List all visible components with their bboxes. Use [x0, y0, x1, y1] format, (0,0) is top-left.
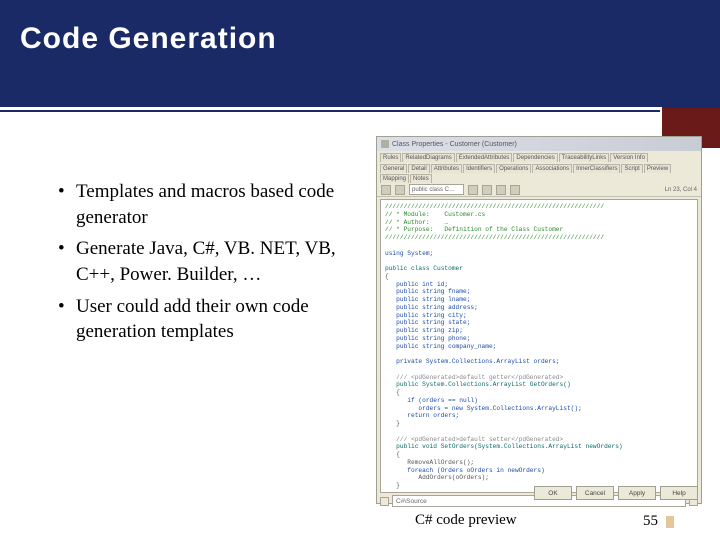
corner-decoration: [666, 516, 674, 528]
tab-row-upper: Rules RelatedDiagrams ExtendedAttributes…: [377, 151, 701, 162]
code-editor[interactable]: ////////////////////////////////////////…: [380, 199, 698, 493]
tab[interactable]: Detail: [408, 164, 429, 173]
tab[interactable]: Identifiers: [463, 164, 495, 173]
band-navy-right: [662, 0, 720, 108]
code-line: public string fname;: [385, 288, 470, 295]
tab[interactable]: Attributes: [431, 164, 462, 173]
toolbar-icon[interactable]: [468, 185, 478, 195]
bullet-item: Generate Java, C#, VB. NET, VB, C++, Pow…: [58, 236, 368, 287]
code-line: return orders;: [385, 412, 459, 419]
editor-toolbar: public class C… Ln 23, Col 4: [377, 183, 701, 197]
tab[interactable]: RelatedDiagrams: [402, 153, 454, 162]
code-line: ////////////////////////////////////////…: [385, 203, 604, 210]
code-line: public void SetOrders(System.Collections…: [385, 443, 623, 450]
toolbar-icon[interactable]: [381, 185, 391, 195]
code-line: foreach (Orders oOrders in newOrders): [385, 467, 545, 474]
code-line: public string lname;: [385, 296, 470, 303]
bullet-item: User could add their own code generation…: [58, 294, 368, 345]
tab[interactable]: Dependencies: [513, 153, 557, 162]
tab[interactable]: InnerClassifiers: [573, 164, 620, 173]
code-line: if (orders == null): [385, 397, 478, 404]
window-titlebar: Class Properties - Customer (Customer): [377, 137, 701, 151]
toolbar-icon[interactable]: [510, 185, 520, 195]
tab[interactable]: Associations: [532, 164, 572, 173]
code-line: {: [385, 389, 400, 396]
code-preview-screenshot: Class Properties - Customer (Customer) R…: [376, 136, 702, 504]
cancel-button[interactable]: Cancel: [576, 486, 614, 500]
toolbar-dropdown[interactable]: public class C…: [409, 184, 464, 195]
code-line: // * Module: Customer.cs: [385, 211, 485, 218]
code-line: public string state;: [385, 319, 470, 326]
code-line: public string address;: [385, 304, 478, 311]
code-line: AddOrders(oOrders);: [385, 474, 489, 481]
code-line: }: [385, 420, 400, 427]
code-line: RemoveAllOrders();: [385, 459, 474, 466]
tab[interactable]: Rules: [380, 153, 401, 162]
code-line: // * Purpose: Definition of the Class Cu…: [385, 226, 563, 233]
figure-caption: C# code preview: [415, 512, 517, 529]
toolbar-icon[interactable]: [496, 185, 506, 195]
title-band: Code Generation: [0, 0, 720, 130]
tab[interactable]: ExtendedAttributes: [456, 153, 513, 162]
ok-button[interactable]: OK: [534, 486, 572, 500]
code-line: /// <pdGenerated>default getter</pdGener…: [385, 374, 563, 381]
toolbar-icon[interactable]: [482, 185, 492, 195]
tab[interactable]: General: [380, 164, 407, 173]
code-line: ////////////////////////////////////////…: [385, 234, 604, 241]
cursor-position: Ln 23, Col 4: [665, 187, 697, 193]
code-line: public string city;: [385, 312, 467, 319]
code-line: /// <pdGenerated>default setter</pdGener…: [385, 436, 563, 443]
code-line: orders = new System.Collections.ArrayLis…: [385, 405, 582, 412]
page-number: 55: [643, 513, 658, 530]
code-line: public string company_name;: [385, 343, 496, 350]
tab-row-lower: General Detail Attributes Identifiers Op…: [377, 162, 701, 183]
tab[interactable]: Mapping: [380, 174, 409, 183]
tab[interactable]: Script: [621, 164, 642, 173]
bullet-list: Templates and macros based code generato…: [18, 179, 368, 351]
toolbar-icon[interactable]: [395, 185, 405, 195]
square-icon[interactable]: [380, 497, 389, 506]
tab[interactable]: TraceabilityLinks: [559, 153, 609, 162]
code-line: public System.Collections.ArrayList GetO…: [385, 381, 571, 388]
code-line: public string zip;: [385, 327, 463, 334]
code-line: {: [385, 273, 389, 280]
band-underline: [0, 110, 660, 112]
dialog-button-row: OK Cancel Apply Help: [534, 486, 698, 500]
tab[interactable]: Notes: [410, 174, 432, 183]
slide-title: Code Generation: [20, 22, 277, 56]
help-button[interactable]: Help: [660, 486, 698, 500]
code-line: public string phone;: [385, 335, 470, 342]
apply-button[interactable]: Apply: [618, 486, 656, 500]
code-line: using System;: [385, 250, 433, 257]
code-line: // * Author: …: [385, 219, 448, 226]
code-line: public int id;: [385, 281, 448, 288]
tab[interactable]: Preview: [644, 164, 671, 173]
tab[interactable]: Version Info: [610, 153, 648, 162]
tab[interactable]: Operations: [496, 164, 531, 173]
code-line: }: [385, 482, 400, 489]
window-title: Class Properties - Customer (Customer): [392, 141, 517, 148]
bullet-item: Templates and macros based code generato…: [58, 179, 368, 230]
app-icon: [381, 140, 389, 148]
code-line: {: [385, 451, 400, 458]
code-line: private System.Collections.ArrayList ord…: [385, 358, 560, 365]
code-line: public class Customer: [385, 265, 463, 272]
